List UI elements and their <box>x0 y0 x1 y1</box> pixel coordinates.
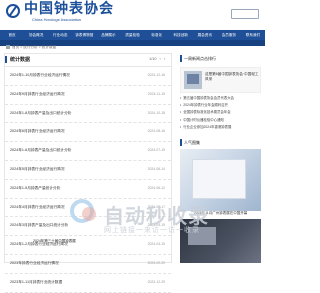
article-list: 2024年1-10月钟表行业经济运行情况 2024-12-16 2024年9月钟表行… <box>5 67 171 293</box>
list-item[interactable]: 2024年1-8月钟表产量及出口统计分析 2024-10-18 <box>5 105 171 124</box>
news-rank-title: 一周新闻点击排行 <box>184 56 216 61</box>
logo-icon[interactable] <box>6 4 20 18</box>
list-item[interactable]: 2024年1-5月钟表产量统计分析 2024-06-12 <box>5 180 171 199</box>
pager-prev-button[interactable]: ‹ <box>159 57 160 61</box>
list-item-date: 2024-06-12 <box>147 185 165 190</box>
gallery-header: 人气图集 <box>180 137 261 149</box>
list-item-date: 2024-07-19 <box>147 148 165 153</box>
list-item[interactable]: 2023年1-11月钟表行业统计数据 2023-12-29 <box>5 274 171 293</box>
list-item-title[interactable]: 2023年1-11月钟表行业统计数据 <box>10 280 62 285</box>
search-box[interactable] <box>231 9 259 19</box>
site-logo-title[interactable]: 中国钟表协会 <box>24 2 114 18</box>
featured-news[interactable]: 这是第6届中国钟表协会·中国轻工风采 <box>180 67 261 93</box>
featured-news-image[interactable] <box>184 71 202 89</box>
panel-title: 统计数据 <box>10 57 31 63</box>
list-item[interactable]: 2024年6月钟表行业经济运行简况 2024-08-16 <box>5 123 171 143</box>
list-item-date: 2024-06-14 <box>147 166 165 171</box>
list-item-title[interactable]: 2024年1-6月钟表产量及出口统计分析 <box>10 148 71 153</box>
list-item-title[interactable]: 2024年1-5月钟表产量统计分析 <box>10 186 60 191</box>
main-nav: 首页 协会概况 行业动态 钟表博物馆 品牌展示 质量检验 标准化 科技创新 展会资讯 会员服务 联系… <box>0 30 265 40</box>
list-item[interactable]: 2024年5月钟表行业经济运行简况 2024-06-14 <box>5 161 171 180</box>
watermark: 自动秒收录 网上链接一来访一访一收录 <box>70 199 210 243</box>
breadcrumb-text[interactable]: 首页 > 统计分析 > 统计数据 <box>12 45 56 49</box>
news-rank-item[interactable]: 中国计时仪器检验中心通知 <box>180 117 261 124</box>
list-item-date: 2024-08-16 <box>147 129 165 134</box>
title-accent-bar <box>180 55 182 62</box>
nav-item[interactable]: 首页 <box>0 30 24 40</box>
news-rank-item[interactable]: 2024年钟表行业年会顺利召开 <box>180 102 261 109</box>
pager-indicator: 1/10 <box>149 57 157 61</box>
list-item-title[interactable]: 2024年3月钟表产量及出口统计分析 <box>10 223 68 228</box>
nav-item[interactable]: 科技创新 <box>169 30 193 40</box>
panel-header: 统计数据 1/10 ‹ › <box>5 54 171 67</box>
list-item[interactable]: 2024年9月钟表行业经济运行简况 2024-11-15 <box>5 86 171 105</box>
list-item-date: 2023-12-29 <box>147 279 165 284</box>
news-rank-item[interactable]: 全国钟表标准化技术委员会年会 <box>180 109 261 116</box>
home-icon[interactable] <box>6 45 10 50</box>
list-item-date: 2024-11-15 <box>147 91 165 96</box>
nav-item[interactable]: 钟表博物馆 <box>72 30 96 40</box>
news-rank-item[interactable]: 行业企业参加2024年香港钟表展 <box>180 124 261 131</box>
list-item[interactable]: 2023年钟表行业经济运行情况 2024-02-20 <box>5 255 171 274</box>
list-item[interactable]: 2024年1-6月钟表产量及出口统计分析 2024-07-19 <box>5 142 171 161</box>
list-item[interactable]: 2024年1-10月钟表行业经济运行情况 2024-12-16 <box>5 67 171 86</box>
list-item-title[interactable]: 2023年钟表行业经济运行情况 <box>10 261 59 266</box>
nav-item[interactable]: 会员服务 <box>217 30 241 40</box>
nav-item[interactable]: 协会概况 <box>24 30 48 40</box>
list-item-title[interactable]: 2024年1-10月钟表行业经济运行情况 <box>10 73 70 78</box>
title-accent-bar <box>180 139 182 146</box>
nav-item[interactable]: 标准化 <box>145 30 169 40</box>
list-item-date: 2024-10-18 <box>147 110 165 115</box>
list-item-title[interactable]: 2024年4月钟表行业经济运行简况 <box>10 205 65 210</box>
pager: 1/10 ‹ › <box>146 57 165 61</box>
site-header: 中国钟表协会 China Horologe Association <box>0 0 265 30</box>
nav-item[interactable]: 行业动态 <box>48 30 72 40</box>
gallery-title: 人气图集 <box>184 140 200 145</box>
breadcrumb: 首页 > 统计分析 > 统计数据 <box>6 45 56 50</box>
nav-item[interactable]: 展会资讯 <box>193 30 217 40</box>
pager-next-button[interactable]: › <box>164 57 165 61</box>
title-accent-bar <box>5 56 7 63</box>
list-item-date: 2024-12-16 <box>147 73 165 77</box>
featured-news-caption[interactable]: 这是第6届中国钟表协会·中国轻工风采 <box>205 72 259 82</box>
watermark-subtext: 网上链接一来访一访一收录 <box>104 227 200 234</box>
news-rank-header: 一周新闻点击排行 <box>180 53 261 65</box>
news-rank-list: 第五届中国钟表协会会员代表大会2024年钟表行业年会顺利召开全国钟表标准化技术委… <box>180 95 261 131</box>
list-item-title[interactable]: 2024年9月钟表行业经济运行简况 <box>10 92 65 97</box>
nav-item[interactable]: 质量检验 <box>120 30 144 40</box>
list-item-title[interactable]: 2024年1-8月钟表产量及出口统计分析 <box>10 111 71 116</box>
news-rank-item[interactable]: 第五届中国钟表协会会员代表大会 <box>180 95 261 102</box>
list-item-title[interactable]: 2024年6月钟表行业经济运行简况 <box>10 129 65 134</box>
nav-item[interactable]: 品牌展示 <box>96 30 120 40</box>
watermark-logo-dot <box>82 207 96 221</box>
nav-item[interactable]: 联系我们 <box>241 30 265 40</box>
list-item-title[interactable]: 2024年5月钟表行业经济运行简况 <box>10 167 65 172</box>
site-logo-subtitle: China Horologe Association <box>32 17 82 22</box>
